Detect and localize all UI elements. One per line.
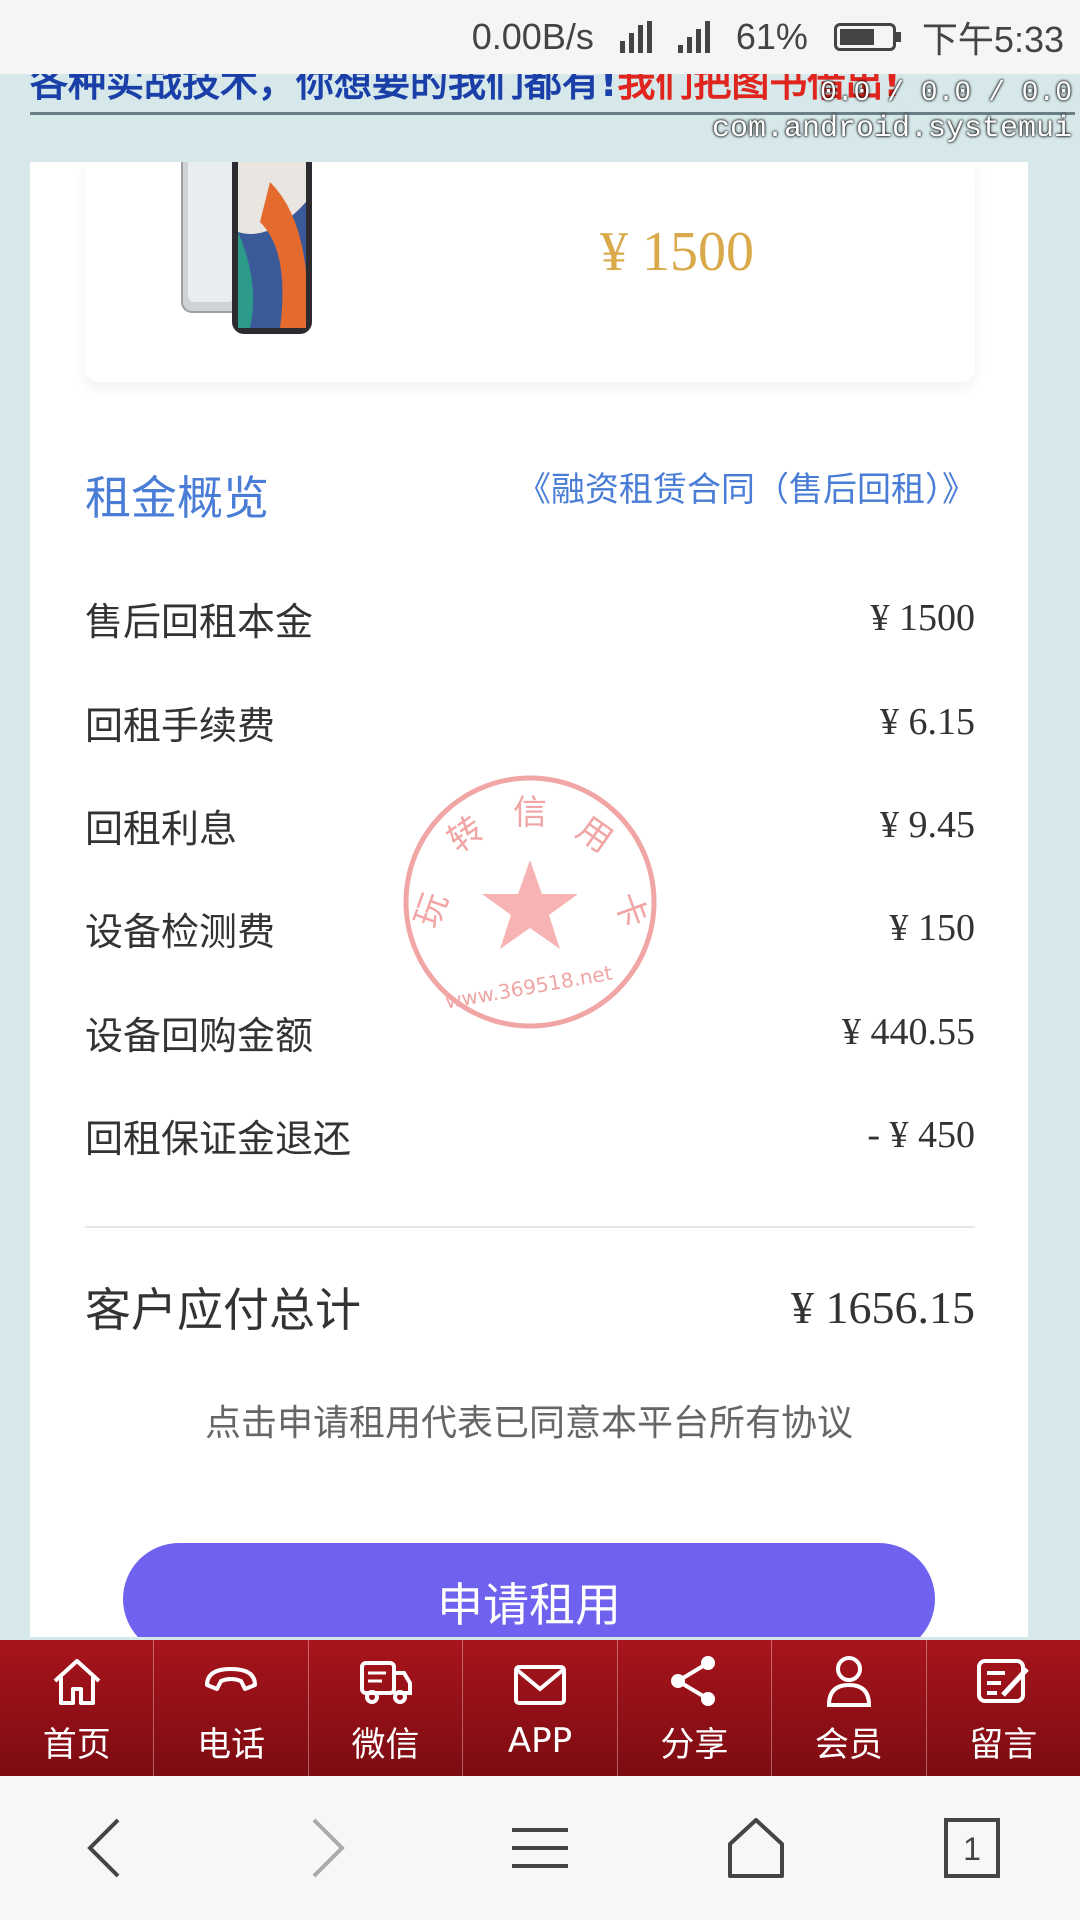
product-box: ¥ 1500 <box>85 162 975 382</box>
phone-image <box>181 162 312 334</box>
menu-icon[interactable] <box>504 1812 576 1884</box>
debug-overlay-package: com.android.systemui <box>711 112 1072 146</box>
forward-icon[interactable] <box>288 1812 360 1884</box>
total-label: 客户应付总计 <box>85 1283 361 1337</box>
nav-label: 留言 <box>969 1724 1038 1765</box>
fee-row: 回租手续费 ¥ 6.15 <box>85 692 975 752</box>
contract-link[interactable]: 《融资租赁合同（售后回租）》 <box>517 462 976 511</box>
fee-label: 售后回租本金 <box>85 599 314 644</box>
fee-row: 回租保证金退还 - ¥ 450 <box>85 1105 975 1165</box>
nav-share[interactable]: 分享 <box>618 1640 773 1776</box>
home-button-icon[interactable] <box>720 1812 792 1884</box>
watermark-stamp: 信 转 用 玩 卡 www.369518.net <box>403 775 657 1029</box>
fee-label: 回租利息 <box>85 806 238 851</box>
fee-value: ¥ 440.55 <box>842 1011 975 1053</box>
nav-app[interactable]: APP <box>463 1640 618 1776</box>
back-icon[interactable] <box>72 1812 144 1884</box>
fee-value: ¥ 9.45 <box>880 804 975 846</box>
fee-value: - ¥ 450 <box>867 1114 975 1156</box>
product-price: ¥ 1500 <box>600 221 754 283</box>
svg-text:信: 信 <box>513 793 547 833</box>
home-icon <box>53 1658 101 1705</box>
apply-button[interactable]: 申请租用 <box>123 1543 935 1637</box>
nav-member[interactable]: 会员 <box>772 1640 927 1776</box>
total-row: 客户应付总计 ¥ 1656.15 <box>85 1277 975 1338</box>
status-bar: 0.00B/s 61% 下午5:33 <box>0 0 1080 74</box>
clock: 下午5:33 <box>921 19 1064 60</box>
nav-label: 微信 <box>351 1724 420 1765</box>
share-icon <box>671 1655 716 1706</box>
fee-value: ¥ 1500 <box>870 597 976 639</box>
total-value: ¥ 1656.15 <box>791 1281 975 1333</box>
nav-message[interactable]: 留言 <box>927 1640 1080 1776</box>
nav-phone[interactable]: 电话 <box>154 1640 309 1776</box>
order-card: ¥ 1500 租金概览 《融资租赁合同（售后回租）》 售后回租本金 ¥ 1500… <box>30 162 1028 1637</box>
user-icon <box>826 1655 871 1707</box>
bottom-nav: 首页 电话 微信 APP 分享 会员 留言 <box>0 1640 1080 1776</box>
network-speed: 0.00B/s <box>471 16 594 57</box>
svg-text:卡: 卡 <box>606 887 655 933</box>
nav-label: 电话 <box>197 1724 266 1765</box>
fee-value: ¥ 150 <box>889 907 976 949</box>
svg-text:转: 转 <box>440 809 491 861</box>
battery-percent: 61% <box>735 16 808 57</box>
battery-icon <box>833 23 901 51</box>
tab-count: 1 <box>963 1831 981 1867</box>
fee-label: 回租手续费 <box>85 703 276 748</box>
cell-signal-icon <box>677 21 710 53</box>
divider <box>85 1226 975 1228</box>
nav-home[interactable]: 首页 <box>0 1640 155 1776</box>
message-icon <box>977 1658 1030 1703</box>
data-signal-icon <box>619 21 652 53</box>
fee-value: ¥ 6.15 <box>880 701 975 743</box>
nav-label: APP <box>507 1721 573 1761</box>
svg-text:玩: 玩 <box>407 887 456 933</box>
svg-text:www.369518.net: www.369518.net <box>443 961 614 1014</box>
tabs-icon[interactable]: 1 <box>936 1812 1008 1884</box>
nav-label: 首页 <box>42 1724 111 1765</box>
nav-label: 会员 <box>814 1724 883 1765</box>
debug-overlay-numbers: 0.0 / 0.0 / 0.0 <box>819 78 1072 109</box>
agreement-text: 点击申请租用代表已同意本平台所有协议 <box>204 1403 853 1444</box>
rent-overview-title: 租金概览 <box>85 471 269 525</box>
fee-label: 回租保证金退还 <box>85 1116 352 1161</box>
nav-wechat[interactable]: 微信 <box>309 1640 464 1776</box>
wechat-icon <box>359 1660 412 1704</box>
mail-icon <box>513 1665 566 1705</box>
fee-label: 设备检测费 <box>85 909 276 954</box>
system-nav-bar: 1 <box>0 1776 1080 1920</box>
phone-icon <box>205 1666 258 1691</box>
nav-label: 分享 <box>660 1724 729 1765</box>
fee-label: 设备回购金额 <box>85 1013 314 1058</box>
fee-row: 售后回租本金 ¥ 1500 <box>85 588 975 648</box>
svg-text:用: 用 <box>569 809 620 861</box>
